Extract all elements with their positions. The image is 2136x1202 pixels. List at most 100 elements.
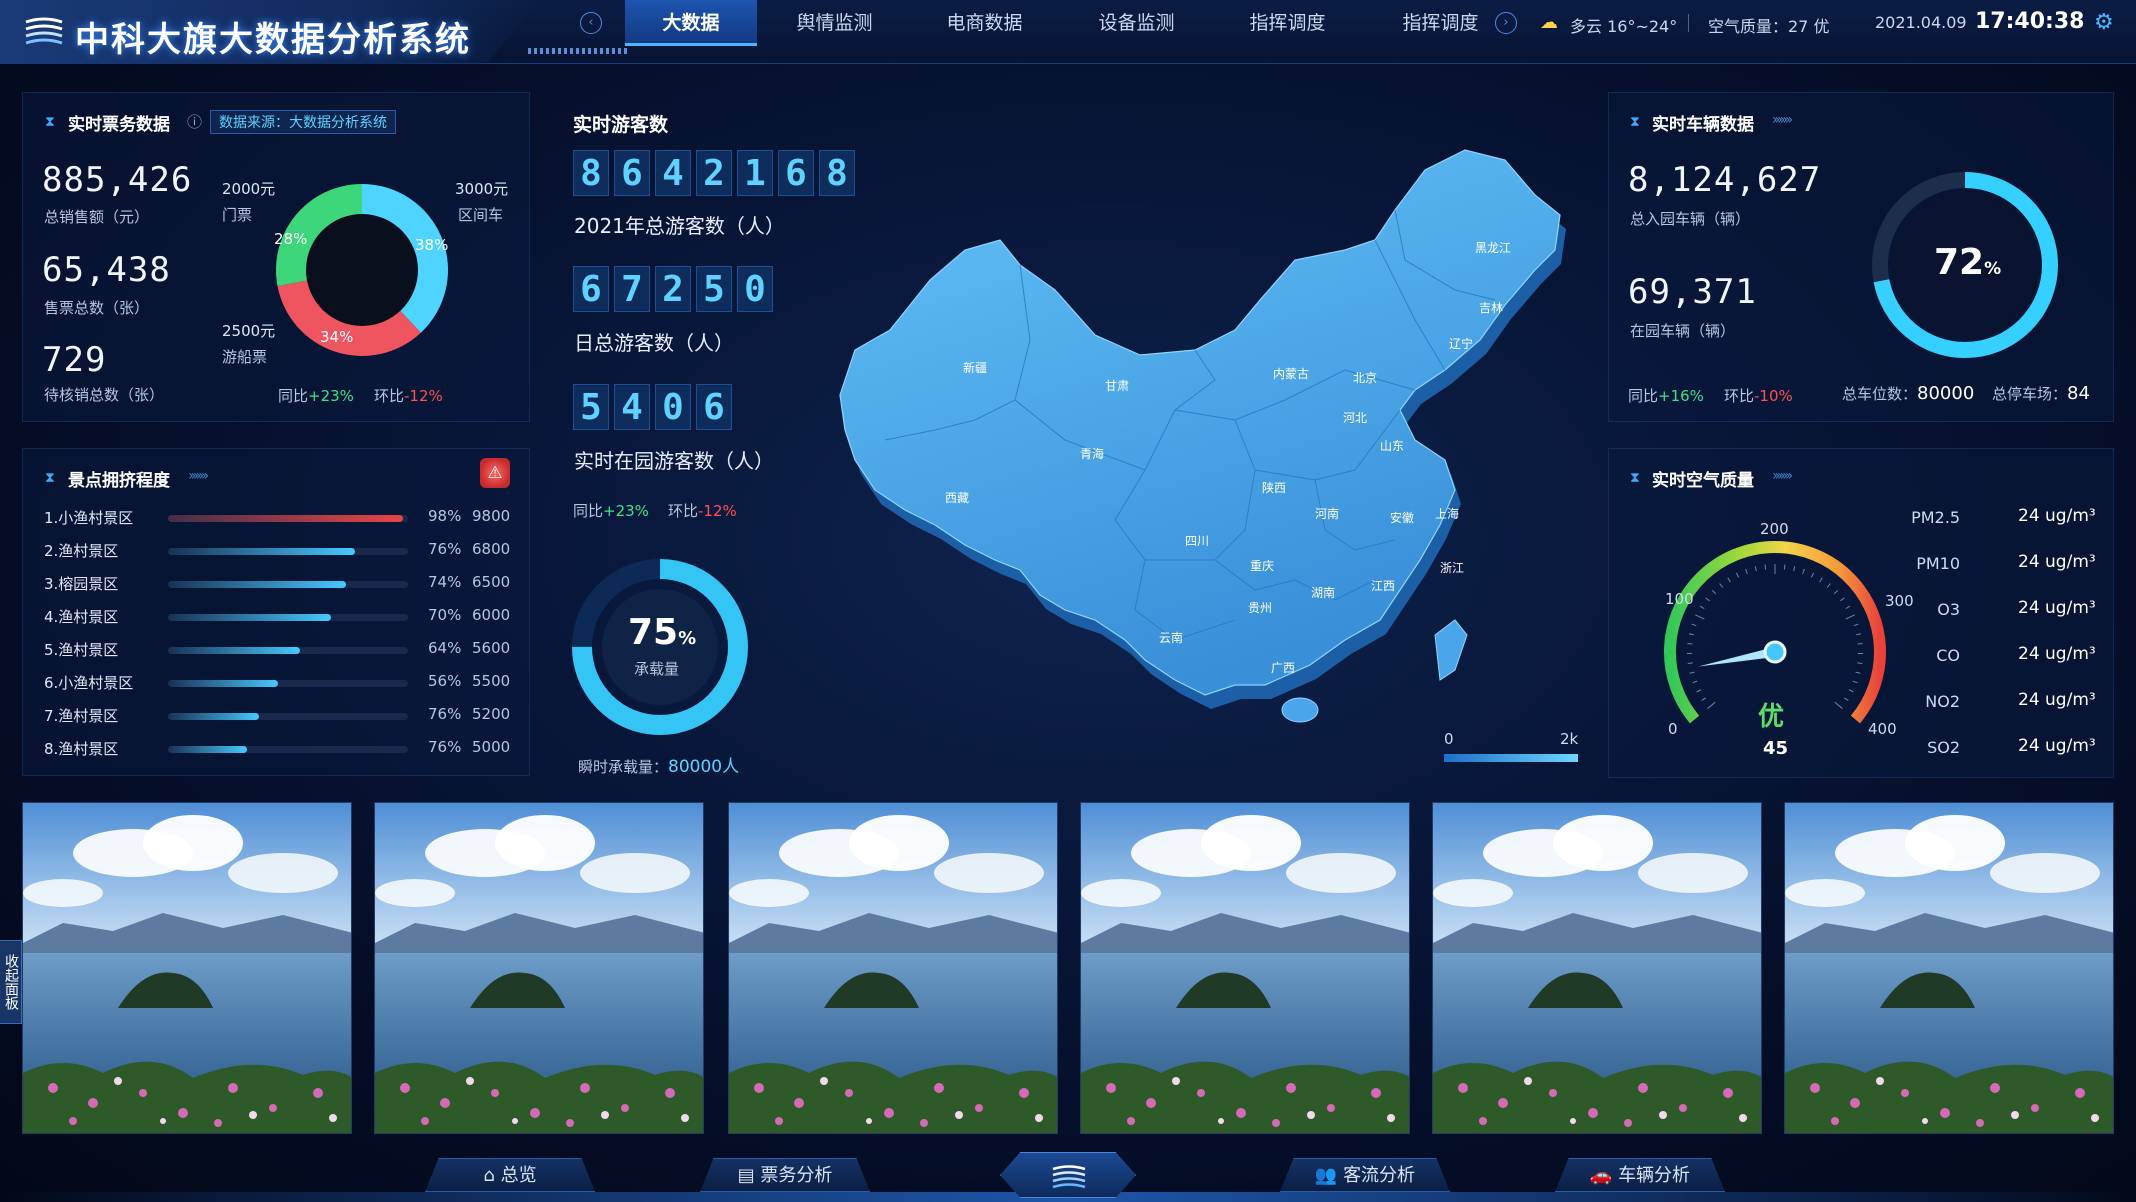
pollutant-label: CO bbox=[1936, 646, 1960, 665]
gauge-tick bbox=[1754, 566, 1757, 572]
gauge-tick bbox=[1848, 689, 1854, 693]
province-label[interactable]: 贵州 bbox=[1248, 601, 1272, 615]
province-label[interactable]: 河北 bbox=[1343, 411, 1367, 425]
alarm-icon[interactable]: ⚠ bbox=[480, 458, 510, 488]
gear-icon[interactable]: ⚙ bbox=[2094, 10, 2114, 35]
scenic-photo[interactable] bbox=[374, 802, 704, 1134]
gauge-tick bbox=[1857, 662, 1863, 664]
province-label[interactable]: 内蒙古 bbox=[1273, 366, 1309, 381]
province-label[interactable]: 山东 bbox=[1380, 439, 1404, 453]
gauge-tick bbox=[1701, 697, 1707, 701]
scenic-photo[interactable] bbox=[1784, 802, 2114, 1134]
donut-shuttle-price: 3000元 bbox=[455, 180, 509, 198]
province-label[interactable]: 新疆 bbox=[963, 360, 987, 375]
ticket-yoy: 同比+23% bbox=[278, 387, 354, 405]
digit-box: 4 bbox=[614, 384, 650, 430]
province-label[interactable]: 安徽 bbox=[1390, 510, 1414, 525]
crowd-row-fill bbox=[168, 515, 404, 522]
crowd-row-name: 1.小渔村景区 bbox=[44, 509, 134, 527]
tab-device[interactable]: 设备监测 bbox=[1074, 0, 1199, 46]
bottom-nav-traffic[interactable]: 👥 客流分析 bbox=[1280, 1158, 1450, 1192]
province-label[interactable]: 江西 bbox=[1371, 579, 1395, 593]
lake-landscape-image bbox=[729, 803, 1057, 1133]
province-label[interactable]: 云南 bbox=[1159, 630, 1183, 645]
tab-ecommerce[interactable]: 电商数据 bbox=[922, 0, 1047, 46]
bottom-nav-ticket[interactable]: ▤ 票务分析 bbox=[700, 1158, 870, 1192]
crowd-row-track bbox=[168, 614, 408, 621]
bottom-nav-logo[interactable] bbox=[1000, 1152, 1136, 1198]
tab-command[interactable]: 指挥调度 bbox=[1225, 0, 1350, 46]
province-label[interactable]: 四川 bbox=[1185, 534, 1209, 548]
gauge-tick bbox=[1833, 589, 1839, 595]
province-label[interactable]: 浙江 bbox=[1440, 561, 1464, 575]
province-label[interactable]: 青海 bbox=[1080, 446, 1104, 461]
tab-command-2[interactable]: 指挥调度 bbox=[1378, 0, 1503, 46]
nav-prev-icon[interactable]: ‹ bbox=[580, 12, 602, 34]
digit-box: 2 bbox=[696, 150, 732, 196]
province-label[interactable]: 辽宁 bbox=[1449, 336, 1473, 351]
gauge-tick bbox=[1845, 605, 1851, 610]
tab-sentiment[interactable]: 舆情监测 bbox=[772, 0, 897, 46]
crowd-row-count: 5000 bbox=[472, 738, 511, 756]
scenic-photo[interactable] bbox=[728, 802, 1058, 1134]
vehicle-yoy: 同比+16% bbox=[1628, 387, 1704, 405]
province-label[interactable]: 吉林 bbox=[1479, 301, 1503, 315]
province-label[interactable]: 河南 bbox=[1315, 506, 1339, 521]
scenic-photo[interactable] bbox=[22, 802, 352, 1134]
china-map[interactable]: 黑龙江吉林辽宁内蒙古 北京河北山东 新疆甘肃青海西藏 陕西安徽 上海四川 河南浙江 重庆湖南… bbox=[815, 140, 1575, 780]
car-icon: 🚗 bbox=[1589, 1165, 1619, 1186]
gauge-tick-200: 200 bbox=[1760, 520, 1789, 538]
tickets-sold-value: 65,438 bbox=[42, 250, 171, 290]
province-label[interactable]: 上海 bbox=[1435, 506, 1459, 521]
crowd-title: 景点拥挤程度 bbox=[68, 471, 170, 491]
info-icon[interactable]: ⓘ bbox=[187, 111, 202, 132]
digit-box: 1 bbox=[737, 150, 773, 196]
ticket-icon: ▤ bbox=[737, 1165, 761, 1186]
chevrons-icon: ››››››› bbox=[188, 468, 209, 484]
total-sales-label: 总销售额（元） bbox=[44, 208, 150, 226]
pending-value: 729 bbox=[42, 340, 107, 380]
pollutant-label: PM10 bbox=[1916, 554, 1960, 573]
map-china-outline bbox=[839, 149, 1561, 696]
province-label[interactable]: 重庆 bbox=[1250, 559, 1274, 573]
province-label[interactable]: 北京 bbox=[1353, 371, 1377, 385]
nav-next-icon[interactable]: › bbox=[1495, 12, 1517, 34]
province-label[interactable]: 广西 bbox=[1271, 661, 1295, 675]
digit-box: 5 bbox=[696, 266, 732, 312]
lake-landscape-image bbox=[1081, 803, 1409, 1133]
crowd-row: 8.渔村景区 76% 5000 bbox=[44, 734, 514, 767]
scenic-photo[interactable] bbox=[1432, 802, 1762, 1134]
bottom-nav-vehicle[interactable]: 🚗 车辆分析 bbox=[1555, 1158, 1725, 1192]
vehicle-total-label: 总入园车辆（辆） bbox=[1630, 210, 1751, 228]
air-pollutant-row: PM2.5 24 ug/m³ bbox=[1880, 506, 2100, 554]
province-label[interactable]: 西藏 bbox=[945, 491, 969, 505]
province-label[interactable]: 甘肃 bbox=[1105, 379, 1129, 393]
people-icon: 👥 bbox=[1314, 1165, 1344, 1186]
province-label[interactable]: 湖南 bbox=[1311, 585, 1335, 600]
digit-box: 5 bbox=[573, 384, 609, 430]
crowd-row-track bbox=[168, 680, 408, 687]
crowd-row-name: 5.渔村景区 bbox=[44, 641, 119, 659]
crowd-row-count: 9800 bbox=[472, 507, 511, 525]
gauge-tick bbox=[1689, 671, 1695, 674]
bottom-nav-overview[interactable]: ⌂ 总览 bbox=[425, 1158, 595, 1192]
gauge-tick bbox=[1764, 564, 1767, 570]
scenic-photo[interactable] bbox=[1080, 802, 1410, 1134]
crowd-row-pct: 70% bbox=[428, 606, 462, 624]
lake-landscape-image bbox=[1785, 803, 2113, 1133]
clock-time: 17:40:38 bbox=[1975, 9, 2085, 34]
donut-boat-price: 2500元 bbox=[222, 322, 276, 340]
crowd-row-track bbox=[168, 548, 408, 555]
date-text: 2021.04.09 bbox=[1875, 13, 1967, 32]
province-label[interactable]: 陕西 bbox=[1262, 480, 1286, 495]
collapse-panel-tab[interactable]: 收起面板 bbox=[0, 940, 22, 1024]
tab-bigdata[interactable]: 大数据 bbox=[625, 0, 757, 46]
crowd-row-track bbox=[168, 713, 408, 720]
gauge-tick bbox=[1699, 605, 1705, 610]
province-label[interactable]: 黑龙江 bbox=[1475, 241, 1511, 255]
pollutant-value: 24 ug/m³ bbox=[2018, 736, 2096, 756]
digit-box: 7 bbox=[614, 266, 650, 312]
total-visitors-label: 2021年总游客数（人） bbox=[574, 214, 785, 238]
donut-label-shuttle-pct: 38% bbox=[415, 236, 449, 254]
gauge-tick bbox=[1834, 701, 1843, 709]
